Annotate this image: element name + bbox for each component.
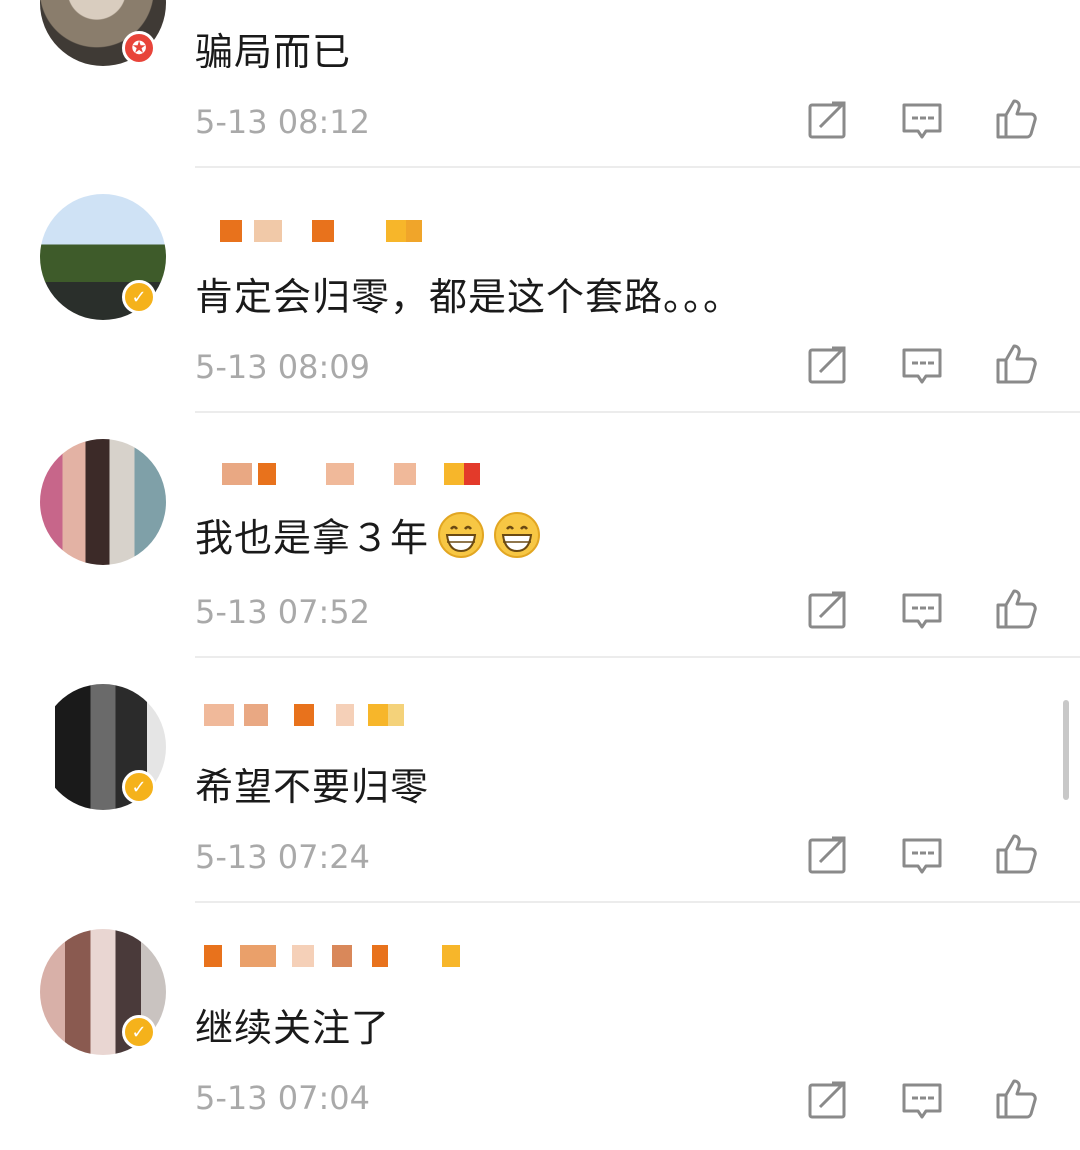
comment-item: ✓ 希望不要归零 5-13 07:24 — [0, 660, 1080, 905]
comment-icon[interactable] — [900, 834, 944, 878]
comment-icon[interactable] — [900, 589, 944, 633]
verified-badge-icon: ✓ — [122, 280, 156, 314]
thumbs-up-icon[interactable] — [994, 1077, 1038, 1121]
comment-text: 骗局而已 — [195, 30, 352, 74]
comment-time: 5-13 07:04 — [195, 1079, 371, 1117]
thumbs-up-icon[interactable] — [994, 832, 1038, 876]
comment-icon[interactable] — [900, 99, 944, 143]
scrollbar[interactable] — [1063, 700, 1069, 800]
divider — [195, 656, 1080, 658]
username-masked[interactable] — [196, 220, 466, 250]
repost-icon[interactable] — [806, 99, 850, 143]
verified-badge-icon: ✓ — [122, 1015, 156, 1049]
repost-icon[interactable] — [806, 344, 850, 388]
official-badge-icon: ✪ — [122, 31, 156, 65]
comment-time: 5-13 08:09 — [195, 348, 371, 386]
username-masked[interactable] — [196, 945, 466, 975]
comment-time: 5-13 07:24 — [195, 838, 371, 876]
repost-icon[interactable] — [806, 1079, 850, 1123]
comment-text: 肯定会归零，都是这个套路。。。 — [195, 275, 743, 319]
avatar[interactable] — [40, 439, 166, 565]
comment-text: 我也是拿３年 — [195, 507, 541, 562]
grinning-emoji — [438, 512, 485, 558]
thumbs-up-icon[interactable] — [994, 97, 1038, 141]
comment-item: ✓ 肯定会归零，都是这个套路。。。 5-13 08:09 — [0, 170, 1080, 415]
comment-icon[interactable] — [900, 1079, 944, 1123]
repost-icon[interactable] — [806, 589, 850, 633]
comment-icon[interactable] — [900, 344, 944, 388]
comment-item: ✓ 继续关注了 5-13 07:04 — [0, 905, 1080, 1150]
comment-text: 希望不要归零 — [195, 765, 430, 809]
comment-text-body: 我也是拿３年 — [195, 516, 430, 560]
comment-text: 继续关注了 — [195, 1006, 391, 1050]
comment-time: 5-13 08:12 — [195, 103, 371, 141]
comment-feed: ✪ 骗局而已 5-13 08:12 ✓ 肯定会归零，都是这个套路。。。 5-13… — [0, 0, 1080, 1119]
divider — [195, 901, 1080, 903]
comment-item: 我也是拿３年 5-13 07:52 — [0, 415, 1080, 660]
divider — [195, 411, 1080, 413]
grinning-emoji — [494, 512, 541, 558]
username-masked[interactable] — [196, 704, 466, 734]
verified-badge-icon: ✓ — [122, 770, 156, 804]
divider — [195, 166, 1080, 168]
repost-icon[interactable] — [806, 834, 850, 878]
thumbs-up-icon[interactable] — [994, 587, 1038, 631]
comment-time: 5-13 07:52 — [195, 593, 371, 631]
comment-item: ✪ 骗局而已 5-13 08:12 — [0, 0, 1080, 170]
thumbs-up-icon[interactable] — [994, 342, 1038, 386]
username-masked[interactable] — [196, 463, 480, 493]
